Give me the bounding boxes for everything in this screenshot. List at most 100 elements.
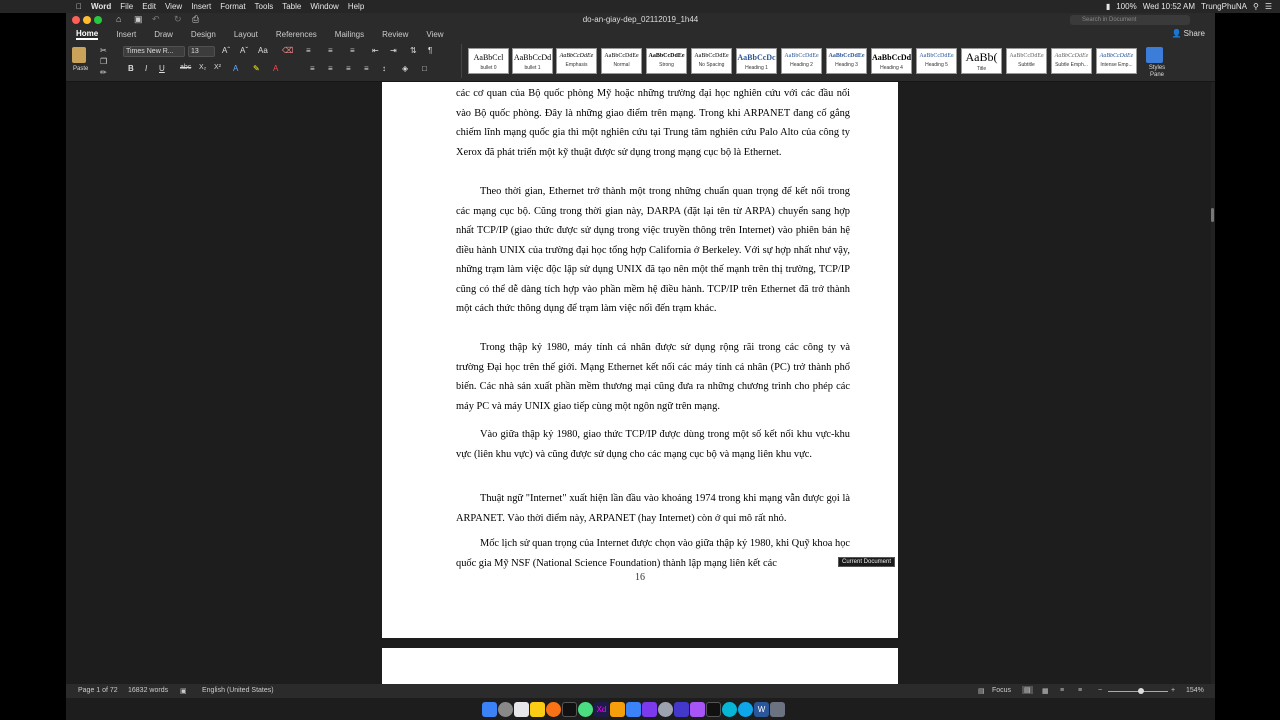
bullets-icon[interactable]: ≡ — [306, 46, 311, 55]
font-name-select[interactable]: Times New R... — [123, 46, 185, 57]
text-effects-icon[interactable]: A — [233, 64, 238, 73]
cut-icon[interactable]: ✂ — [100, 46, 107, 55]
app-icon[interactable] — [706, 701, 721, 717]
scrollbar-thumb[interactable] — [1211, 208, 1214, 222]
italic-icon[interactable]: I — [145, 64, 147, 73]
vertical-scrollbar[interactable] — [1211, 82, 1215, 684]
proofing-icon[interactable]: ▣ — [180, 687, 187, 695]
grow-font-icon[interactable]: Aˆ — [222, 46, 230, 55]
spotlight-icon[interactable]: ⚲ — [1253, 2, 1259, 11]
underline-icon[interactable]: U — [159, 64, 165, 73]
numbering-icon[interactable]: ≡ — [328, 46, 333, 55]
menu-clock[interactable]: Wed 10:52 AM — [1143, 2, 1195, 11]
paragraph[interactable]: Thuật ngữ "Internet" xuất hiện lần đầu v… — [456, 489, 850, 528]
style-bullet-0[interactable]: AaBbCcl bullet 0 — [468, 48, 509, 74]
outline-icon[interactable]: ≡ — [1060, 687, 1064, 694]
style-no-spacing[interactable]: AaBbCcDdEe No Spacing — [691, 48, 732, 74]
focus-button[interactable]: Focus — [992, 687, 1011, 694]
style-subtitle[interactable]: AaBbCcDdEe Subtitle — [1006, 48, 1047, 74]
superscript-icon[interactable]: X² — [214, 64, 221, 71]
menu-file[interactable]: File — [120, 2, 133, 11]
style-bullet-1[interactable]: AaBbCcDd bullet 1 — [512, 48, 553, 74]
align-right-icon[interactable]: ≡ — [346, 64, 351, 73]
web-layout-icon[interactable]: ▦ — [1042, 687, 1049, 695]
notification-icon[interactable]: ☰ — [1265, 2, 1272, 11]
paragraph[interactable]: Mốc lịch sử quan trọng của Internet được… — [456, 534, 850, 573]
finder-icon[interactable] — [482, 701, 497, 717]
zoom-in-icon[interactable]: + — [1171, 687, 1175, 694]
document-page[interactable]: các cơ quan của Bộ quốc phòng Mỹ hoặc nh… — [382, 82, 898, 638]
style-heading-5[interactable]: AaBbCcDdEe Heading 5 — [916, 48, 957, 74]
multilevel-list-icon[interactable]: ≡ — [350, 46, 355, 55]
menu-tools[interactable]: Tools — [255, 2, 274, 11]
strikethrough-icon[interactable]: abc — [180, 64, 191, 71]
github-icon[interactable] — [658, 701, 673, 717]
format-painter-icon[interactable]: ✏ — [100, 68, 107, 77]
chrome-icon[interactable] — [578, 701, 593, 717]
document-page-next[interactable] — [382, 648, 898, 684]
zoom-level[interactable]: 154% — [1186, 687, 1204, 694]
page-count[interactable]: Page 1 of 72 — [78, 687, 118, 694]
paragraph[interactable]: các cơ quan của Bộ quốc phòng Mỹ hoặc nh… — [456, 84, 850, 162]
subscript-icon[interactable]: X₂ — [199, 64, 206, 71]
battery-icon[interactable]: ▮ — [1106, 2, 1110, 11]
increase-indent-icon[interactable]: ⇥ — [390, 46, 397, 55]
shrink-font-icon[interactable]: Aˇ — [240, 46, 248, 55]
app-icon[interactable] — [514, 701, 529, 717]
style-intense-emphasis[interactable]: AaBbCcDdEe Intense Emp... — [1096, 48, 1137, 74]
style-heading-1[interactable]: AaBbCcDc Heading 1 — [736, 48, 777, 74]
menu-insert[interactable]: Insert — [191, 2, 211, 11]
tab-view[interactable]: View — [426, 30, 443, 39]
menu-app-name[interactable]: Word — [91, 2, 111, 11]
style-emphasis[interactable]: AaBbCcDdEe Emphasis — [556, 48, 597, 74]
sort-icon[interactable]: ⇅ — [410, 46, 417, 55]
style-normal[interactable]: AaBbCcDdEe Normal — [601, 48, 642, 74]
app-icon[interactable] — [674, 701, 689, 717]
xd-icon[interactable]: Xd — [594, 701, 609, 717]
change-case-icon[interactable]: Aa — [258, 46, 268, 55]
share-button[interactable]: 👤 Share — [1171, 29, 1205, 38]
style-subtle-emphasis[interactable]: AaBbCcDdEe Subtle Emph... — [1051, 48, 1092, 74]
paragraph[interactable]: Theo thời gian, Ethernet trở thành một t… — [456, 182, 850, 319]
shading-icon[interactable]: ◈ — [402, 64, 408, 73]
app-icon[interactable] — [722, 701, 737, 717]
word-count[interactable]: 16832 words — [128, 687, 168, 694]
paste-icon[interactable] — [72, 47, 86, 63]
style-title[interactable]: AaBb(Title — [961, 48, 1002, 74]
tab-review[interactable]: Review — [382, 30, 408, 39]
menu-view[interactable]: View — [165, 2, 182, 11]
firefox-icon[interactable] — [546, 701, 561, 717]
paragraph[interactable]: Vào giữa thập kỷ 1980, giao thức TCP/IP … — [456, 425, 850, 464]
borders-icon[interactable]: □ — [422, 64, 427, 73]
paragraph[interactable]: Trong thập kỷ 1980, máy tính cá nhân đượ… — [456, 338, 850, 416]
notes-icon[interactable] — [530, 701, 545, 717]
word-icon[interactable]: W — [754, 701, 769, 717]
print-layout-icon[interactable]: ▤ — [1022, 686, 1033, 694]
style-heading-3[interactable]: AaBbCcDdEe Heading 3 — [826, 48, 867, 74]
show-marks-icon[interactable]: ¶ — [428, 46, 432, 55]
font-color-icon[interactable]: A — [273, 64, 278, 73]
style-strong[interactable]: AaBbCcDdEe Strong — [646, 48, 687, 74]
highlight-icon[interactable]: ✎ — [253, 64, 260, 73]
clear-format-icon[interactable]: ⌫ — [282, 46, 293, 55]
zoom-out-icon[interactable]: − — [1098, 687, 1102, 694]
style-heading-2[interactable]: AaBbCcDdEe Heading 2 — [781, 48, 822, 74]
copy-icon[interactable]: ❐ — [100, 57, 107, 66]
language-status[interactable]: English (United States) — [202, 687, 274, 694]
styles-pane-icon[interactable] — [1146, 47, 1163, 63]
line-spacing-icon[interactable]: ↕ — [382, 64, 386, 73]
tab-design[interactable]: Design — [191, 30, 216, 39]
tab-draw[interactable]: Draw — [154, 30, 173, 39]
skype-icon[interactable] — [738, 701, 753, 717]
font-size-select[interactable]: 13 — [188, 46, 215, 57]
apple-icon[interactable]:  — [76, 2, 82, 11]
launchpad-icon[interactable] — [498, 701, 513, 717]
menu-edit[interactable]: Edit — [142, 2, 156, 11]
menu-format[interactable]: Format — [220, 2, 245, 11]
visual-studio-icon[interactable] — [690, 701, 705, 717]
tab-home[interactable]: Home — [76, 29, 99, 40]
tab-insert[interactable]: Insert — [116, 30, 136, 39]
tab-references[interactable]: References — [276, 30, 317, 39]
align-center-icon[interactable]: ≡ — [328, 64, 333, 73]
vscode-icon[interactable] — [626, 701, 641, 717]
